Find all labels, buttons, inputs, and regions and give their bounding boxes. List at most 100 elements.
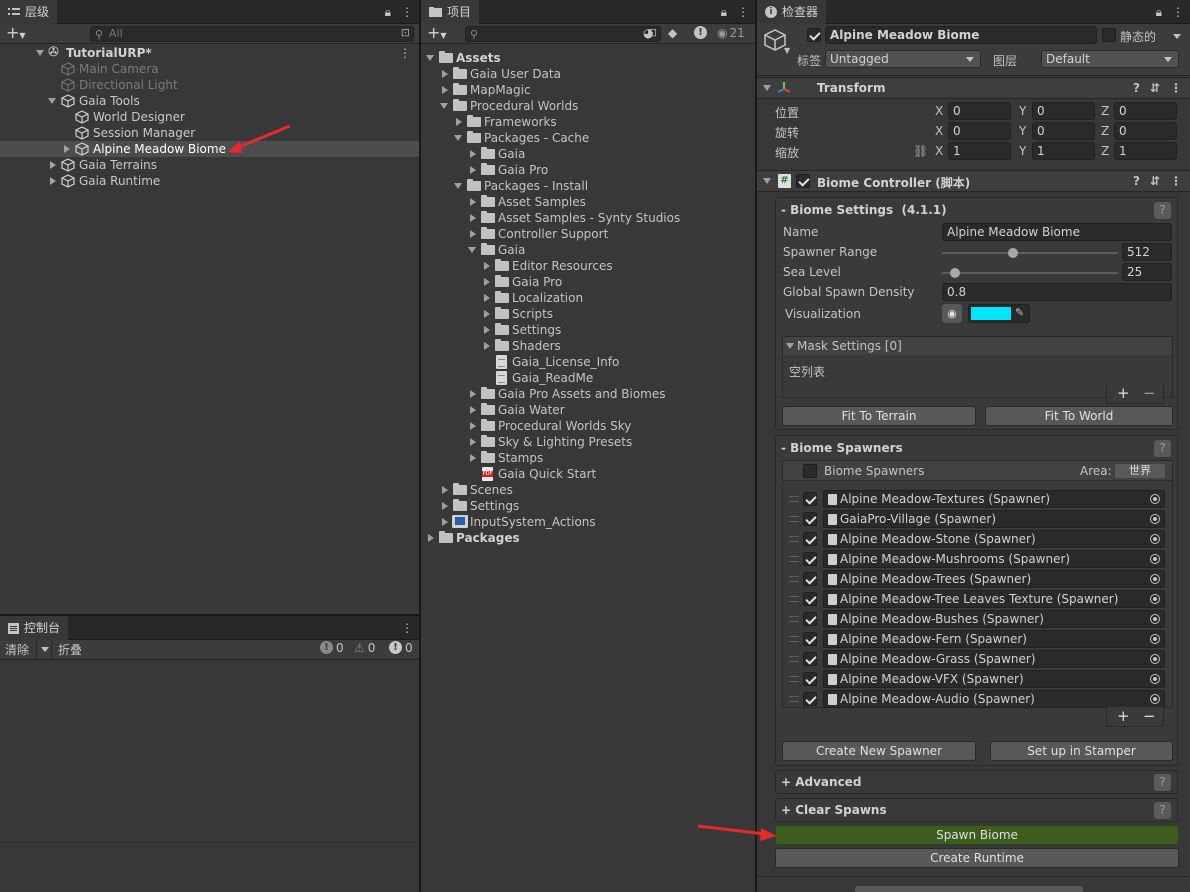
error-filter-toggle[interactable]: ! 0 [389, 641, 413, 655]
spawner-object-field[interactable]: Alpine Meadow-Audio (Spawner) [823, 690, 1165, 708]
visualization-color-field[interactable]: ✎ [968, 304, 1030, 323]
object-picker-icon[interactable] [1150, 614, 1160, 624]
spawner-object-field[interactable]: Alpine Meadow-Trees (Spawner) [823, 570, 1165, 588]
component-menu-icon[interactable]: ⋮ [1170, 81, 1182, 95]
position-x-field[interactable]: 0 [948, 102, 1011, 120]
spawner-enabled-checkbox[interactable] [803, 652, 817, 666]
spawner-object-field[interactable]: Alpine Meadow-Mushrooms (Spawner) [823, 550, 1165, 568]
hierarchy-item[interactable]: World Designer [0, 109, 419, 125]
create-new-spawner-button[interactable]: Create New Spawner [782, 741, 976, 761]
expand-arrow-icon[interactable] [484, 326, 490, 334]
eyedropper-icon[interactable]: ✎ [1015, 306, 1024, 319]
object-picker-icon[interactable] [1150, 554, 1160, 564]
active-checkbox[interactable] [807, 28, 821, 42]
hierarchy-item[interactable]: Session Manager [0, 125, 419, 141]
scale-z-field[interactable]: 1 [1114, 142, 1177, 160]
project-item[interactable]: Localization [421, 290, 755, 306]
spawner-row[interactable]: Alpine Meadow-Trees (Spawner) [783, 569, 1172, 589]
spawner-row[interactable]: GaiaPro-Village (Spawner) [783, 509, 1172, 529]
rotation-x-axis-label[interactable]: X [935, 124, 943, 138]
project-item[interactable]: Asset Samples [421, 194, 755, 210]
expand-arrow-icon[interactable] [763, 178, 771, 184]
expand-arrow-icon[interactable] [786, 343, 794, 349]
spawner-enabled-checkbox[interactable] [803, 512, 817, 526]
spawner-object-field[interactable]: GaiaPro-Village (Spawner) [823, 510, 1165, 528]
hierarchy-item[interactable]: Directional Light [0, 77, 419, 93]
biome-settings-header[interactable]: - Biome Settings (4.1.1) [781, 203, 947, 217]
spawner-row[interactable]: Alpine Meadow-Tree Leaves Texture (Spawn… [783, 589, 1172, 609]
project-item[interactable]: Gaia User Data [421, 66, 755, 82]
expand-arrow-icon[interactable] [64, 145, 70, 153]
expand-arrow-icon[interactable] [442, 502, 448, 510]
position-y-axis-label[interactable]: Y [1019, 104, 1026, 118]
position-x-axis-label[interactable]: X [935, 104, 943, 118]
select-all-checkbox[interactable] [803, 464, 817, 478]
spawner-enabled-checkbox[interactable] [803, 492, 817, 506]
expand-arrow-icon[interactable] [428, 534, 434, 542]
spawner-enabled-checkbox[interactable] [803, 672, 817, 686]
spawner-row[interactable]: Alpine Meadow-VFX (Spawner) [783, 669, 1172, 689]
expand-arrow-icon[interactable] [484, 310, 490, 318]
scale-y-axis-label[interactable]: Y [1019, 144, 1026, 158]
set-up-in-stamper-button[interactable]: Set up in Stamper [990, 741, 1173, 761]
constrain-proportions-icon[interactable]: ⛓ [913, 144, 928, 158]
project-item[interactable]: Procedural Worlds [421, 98, 755, 114]
drag-handle-icon[interactable] [789, 636, 799, 642]
tab-project[interactable]: 项目 [421, 0, 480, 24]
spawner-row[interactable]: Alpine Meadow-Mushrooms (Spawner) [783, 549, 1172, 569]
sea-level-slider[interactable] [942, 263, 1118, 283]
project-item[interactable]: Gaia Pro [421, 162, 755, 178]
more-menu-icon[interactable]: ⋮ [1172, 5, 1184, 19]
object-picker-icon[interactable] [1150, 634, 1160, 644]
fit-to-world-button[interactable]: Fit To World [985, 406, 1173, 426]
expand-arrow-icon[interactable] [470, 198, 476, 206]
project-item[interactable]: Assets [421, 50, 755, 66]
project-item[interactable]: Scripts [421, 306, 755, 322]
help-button[interactable]: ? [1154, 440, 1171, 457]
spawner-object-field[interactable]: Alpine Meadow-Bushes (Spawner) [823, 610, 1165, 628]
sea-level-value[interactable]: 25 [1122, 263, 1172, 281]
expand-arrow-icon[interactable] [470, 422, 476, 430]
hierarchy-item[interactable]: Gaia Tools [0, 93, 419, 109]
project-item[interactable]: Procedural Worlds Sky [421, 418, 755, 434]
layer-dropdown[interactable]: Default [1041, 50, 1179, 68]
expand-arrow-icon[interactable] [454, 183, 462, 189]
spawn-biome-button[interactable]: Spawn Biome [775, 825, 1179, 845]
rotation-x-field[interactable]: 0 [948, 122, 1011, 140]
project-item[interactable]: Settings [421, 498, 755, 514]
hierarchy-search-input[interactable]: ⚲ All ⊡ [90, 26, 414, 42]
expand-arrow-icon[interactable] [442, 518, 448, 526]
project-item[interactable]: Gaia [421, 146, 755, 162]
tab-console[interactable]: 控制台 [0, 616, 69, 640]
create-runtime-button[interactable]: Create Runtime [775, 848, 1179, 868]
slider-handle[interactable] [1008, 248, 1019, 258]
object-picker-icon[interactable] [1150, 514, 1160, 524]
project-item[interactable]: Gaia Water [421, 402, 755, 418]
drag-handle-icon[interactable] [789, 596, 799, 602]
drag-handle-icon[interactable] [789, 616, 799, 622]
remove-mask-button[interactable]: − [1143, 384, 1156, 402]
spawner-row[interactable]: Alpine Meadow-Audio (Spawner) [783, 689, 1172, 709]
expand-arrow-icon[interactable] [470, 390, 476, 398]
component-enabled-checkbox[interactable] [796, 174, 810, 188]
clear-button[interactable]: 清除 [5, 641, 29, 658]
transform-header[interactable]: Transform ? ⇵ ⋮ [757, 77, 1190, 99]
expand-arrow-icon[interactable] [426, 55, 434, 61]
help-button[interactable]: ? [1154, 774, 1171, 791]
filter-by-type-icon[interactable]: ◕ [643, 26, 653, 40]
fit-to-terrain-button[interactable]: Fit To Terrain [782, 406, 976, 426]
project-item[interactable]: Editor Resources [421, 258, 755, 274]
spawner-range-value[interactable]: 512 [1122, 243, 1172, 261]
project-item[interactable]: Scenes [421, 482, 755, 498]
help-button[interactable]: ? [1154, 202, 1171, 219]
object-picker-icon[interactable] [1150, 494, 1160, 504]
project-item[interactable]: Gaia Pro Assets and Biomes [421, 386, 755, 402]
expand-arrow-icon[interactable] [456, 118, 462, 126]
spawner-object-field[interactable]: Alpine Meadow-Fern (Spawner) [823, 630, 1165, 648]
help-icon[interactable]: ? [1133, 174, 1140, 188]
search-options-icon[interactable]: ⊡ [401, 26, 410, 40]
position-y-field[interactable]: 0 [1032, 102, 1095, 120]
expand-arrow-icon[interactable] [484, 262, 490, 270]
project-item[interactable]: Gaia [421, 242, 755, 258]
scene-menu-icon[interactable]: ⋮ [399, 45, 411, 61]
